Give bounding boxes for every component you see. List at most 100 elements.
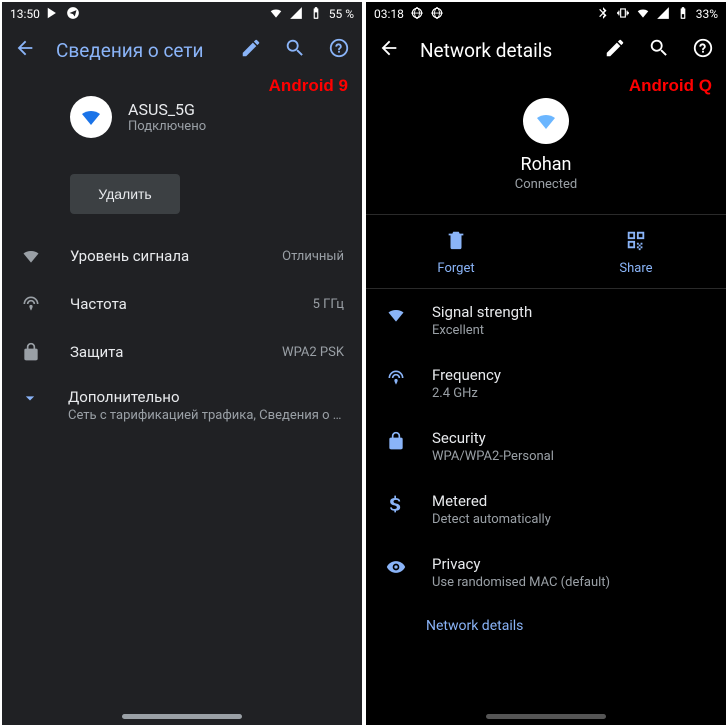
row-label: Frequency bbox=[432, 366, 501, 384]
row-advanced[interactable]: Дополнительно Сеть с тарификацией трафик… bbox=[2, 376, 362, 435]
app-bar: Network details bbox=[366, 26, 726, 74]
dollar-icon bbox=[384, 492, 408, 514]
row-label: Частота bbox=[70, 295, 285, 313]
app-bar: Сведения о сети bbox=[2, 26, 362, 74]
forget-button[interactable]: Удалить bbox=[70, 174, 180, 214]
share-label: Share bbox=[619, 261, 652, 276]
wifi-signal-icon bbox=[20, 246, 42, 266]
search-icon[interactable] bbox=[284, 37, 306, 63]
advanced-texts: Дополнительно Сеть с тарификацией трафик… bbox=[68, 388, 348, 423]
version-tag: Android Q bbox=[629, 76, 712, 96]
cell-signal-icon bbox=[289, 6, 303, 23]
page-title: Network details bbox=[420, 39, 584, 62]
row-security: Security WPA/WPA2-Personal bbox=[366, 415, 726, 478]
status-left: 13:50 bbox=[10, 6, 80, 23]
row-label: Уровень сигнала bbox=[70, 247, 254, 265]
nav-pill bbox=[486, 714, 606, 719]
appbar-actions bbox=[604, 37, 714, 63]
wifi-signal-icon bbox=[384, 303, 408, 325]
lock-icon bbox=[20, 342, 42, 362]
phone-android-9: 13:50 55 % Сведения о сети Android 9 ASU… bbox=[2, 2, 362, 725]
advanced-title: Дополнительно bbox=[68, 388, 348, 406]
row-texts: Security WPA/WPA2-Personal bbox=[432, 429, 554, 464]
row-value: WPA/WPA2-Personal bbox=[432, 449, 554, 464]
edit-icon[interactable] bbox=[240, 37, 262, 63]
status-time: 13:50 bbox=[10, 7, 40, 21]
lock-icon bbox=[384, 429, 408, 451]
notif-icon bbox=[430, 6, 444, 23]
row-label: Metered bbox=[432, 492, 551, 510]
back-icon[interactable] bbox=[14, 37, 36, 63]
row-value: Use randomised MAC (default) bbox=[432, 575, 610, 590]
row-value: Отличный bbox=[282, 249, 344, 264]
row-label: Privacy bbox=[432, 555, 610, 573]
cell-signal-icon bbox=[656, 6, 670, 23]
row-texts: Frequency 2.4 GHz bbox=[432, 366, 501, 401]
row-value: Excellent bbox=[432, 323, 532, 338]
nav-pill bbox=[122, 714, 242, 719]
status-bar: 13:50 55 % bbox=[2, 2, 362, 26]
battery-text: 55 % bbox=[329, 7, 354, 21]
frequency-icon bbox=[384, 366, 408, 388]
row-signal: Уровень сигнала Отличный bbox=[2, 232, 362, 280]
network-name: Rohan bbox=[520, 154, 571, 175]
row-label: Защита bbox=[70, 343, 254, 361]
page-title: Сведения о сети bbox=[56, 39, 220, 62]
status-bar: 03:18 33% bbox=[366, 2, 726, 26]
chevron-down-icon bbox=[20, 388, 40, 423]
version-tag: Android 9 bbox=[269, 76, 348, 96]
wifi-circle-icon bbox=[523, 98, 569, 144]
row-value: Detect automatically bbox=[432, 512, 551, 527]
telegram-icon bbox=[66, 6, 80, 23]
gesture-nav-bar[interactable] bbox=[366, 714, 726, 719]
status-right: 55 % bbox=[269, 6, 354, 23]
bluetooth-icon bbox=[596, 6, 610, 23]
gesture-nav-bar[interactable] bbox=[2, 714, 362, 719]
advanced-subtitle: Сеть с тарификацией трафика, Сведения о … bbox=[68, 408, 348, 423]
help-icon[interactable] bbox=[692, 37, 714, 63]
row-value: 2.4 GHz bbox=[432, 386, 501, 401]
status-time: 03:18 bbox=[374, 7, 404, 21]
search-icon[interactable] bbox=[648, 37, 670, 63]
vibrate-icon bbox=[616, 6, 630, 23]
row-security: Защита WPA2 PSK bbox=[2, 328, 362, 376]
wifi-circle-icon bbox=[70, 96, 112, 138]
row-texts: Signal strength Excellent bbox=[432, 303, 532, 338]
row-label: Signal strength bbox=[432, 303, 532, 321]
share-button[interactable]: Share bbox=[546, 215, 726, 288]
battery-icon bbox=[676, 6, 690, 23]
frequency-icon bbox=[20, 294, 42, 314]
wifi-icon bbox=[269, 6, 283, 23]
network-texts: ASUS_5G Подключено bbox=[128, 100, 206, 134]
notif-icon bbox=[410, 6, 424, 23]
play-store-icon bbox=[46, 6, 60, 23]
status-left: 03:18 bbox=[374, 6, 444, 23]
row-frequency: Frequency 2.4 GHz bbox=[366, 352, 726, 415]
network-name: ASUS_5G bbox=[128, 100, 206, 119]
eye-icon bbox=[384, 555, 408, 577]
network-status: Подключено bbox=[128, 119, 206, 134]
row-signal: Signal strength Excellent bbox=[366, 289, 726, 352]
trash-icon bbox=[445, 229, 467, 255]
edit-icon[interactable] bbox=[604, 37, 626, 63]
battery-text: 33% bbox=[696, 7, 718, 21]
back-icon[interactable] bbox=[378, 37, 400, 63]
status-right: 33% bbox=[596, 6, 718, 23]
row-value: 5 ГГц bbox=[313, 297, 344, 312]
forget-label: Forget bbox=[437, 261, 474, 276]
row-value: WPA2 PSK bbox=[282, 345, 344, 360]
action-row: Forget Share bbox=[366, 214, 726, 289]
qr-icon bbox=[625, 229, 647, 255]
wifi-icon bbox=[636, 6, 650, 23]
network-status: Connected bbox=[515, 177, 577, 192]
forget-button[interactable]: Forget bbox=[366, 215, 546, 288]
appbar-actions bbox=[240, 37, 350, 63]
row-frequency: Частота 5 ГГц bbox=[2, 280, 362, 328]
row-texts: Metered Detect automatically bbox=[432, 492, 551, 527]
row-texts: Privacy Use randomised MAC (default) bbox=[432, 555, 610, 590]
battery-icon bbox=[309, 6, 323, 23]
row-metered[interactable]: Metered Detect automatically bbox=[366, 478, 726, 541]
help-icon[interactable] bbox=[328, 37, 350, 63]
section-header: Network details bbox=[366, 604, 726, 634]
row-privacy[interactable]: Privacy Use randomised MAC (default) bbox=[366, 541, 726, 604]
